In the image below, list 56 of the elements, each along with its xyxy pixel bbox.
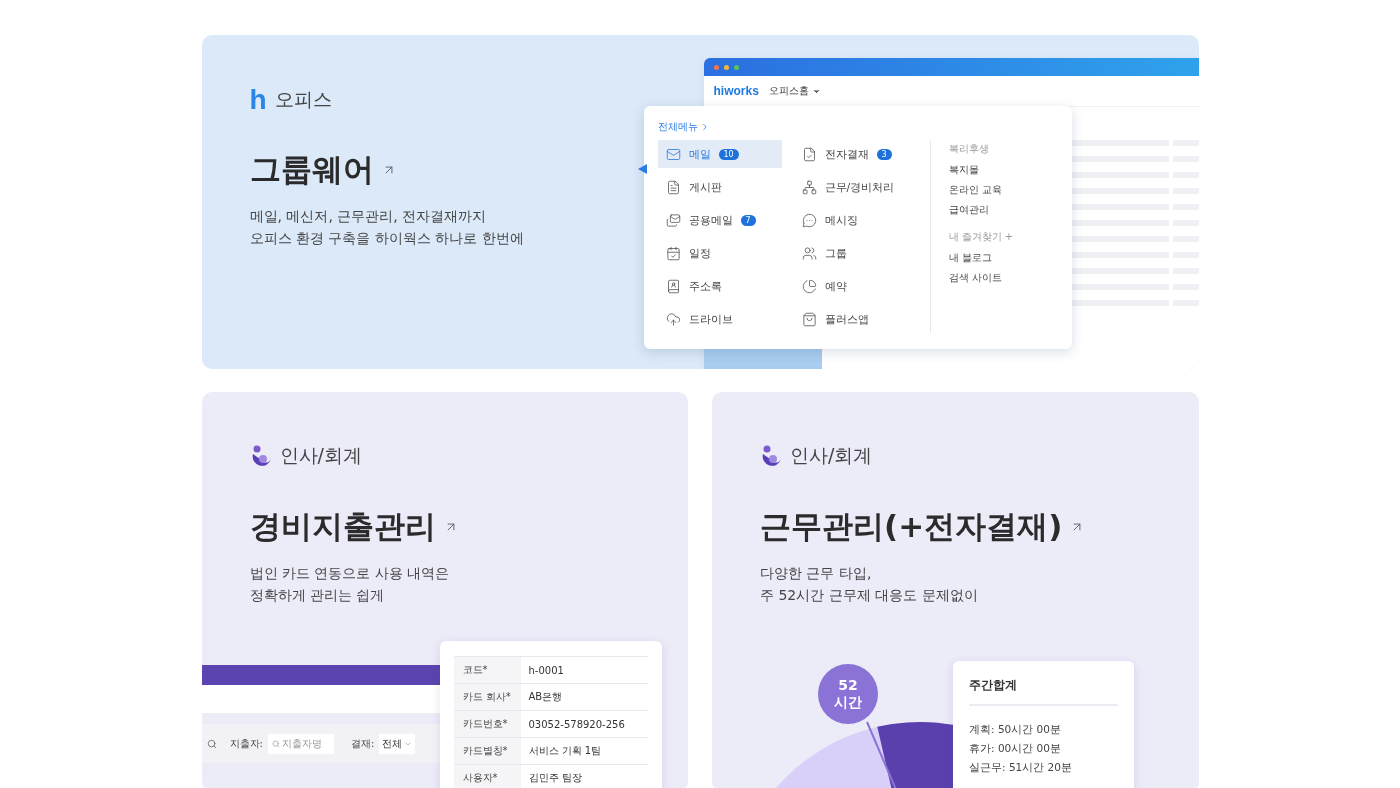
menu-item[interactable]: 그룹: [793, 239, 918, 267]
category-label: 인사/회계: [790, 443, 873, 468]
filter-label: 지출자:: [229, 736, 263, 751]
menu-link[interactable]: 검색 사이트: [948, 268, 1014, 288]
logo: h: [249, 86, 267, 114]
card-description: 법인 카드 연동으로 사용 내역은 정확하게 관리는 쉽게: [249, 564, 450, 605]
all-menu-link[interactable]: 전체메뉴: [657, 120, 1058, 134]
field-label: 카드별칭*: [453, 738, 521, 764]
brand-name: hiworks: [713, 84, 759, 98]
category-label: 인사/회계: [279, 443, 362, 468]
menu-item[interactable]: 주소록: [657, 272, 782, 300]
card-description: 다양한 근무 타입, 주 52시간 근무제 대응도 문제없이: [760, 564, 978, 605]
field-label: 코드*: [453, 657, 521, 683]
field-value: 서비스 기획 1팀: [527, 744, 602, 758]
card-title: 경비지출관리: [249, 507, 436, 546]
card-description: 메일, 메신저, 근무관리, 전자결재까지 오피스 환경 구축을 하이웍스 하나로 한번에: [249, 207, 524, 248]
field-value: 03052-578920-256: [527, 717, 625, 732]
count-badge: 7: [740, 214, 756, 226]
menu-link[interactable]: 내 블로그: [948, 248, 1014, 268]
menu-item[interactable]: 플러스앱: [793, 305, 918, 333]
section-heading: 복리후생: [948, 142, 990, 156]
summary-title: 주간합계: [969, 677, 1118, 706]
section-heading: 내 즐겨찾기 +: [948, 230, 1014, 244]
field-value: AB은행: [527, 690, 563, 704]
approval-select[interactable]: 전체: [379, 733, 416, 754]
count-badge: 10: [718, 148, 739, 160]
menu-link[interactable]: 복지몰: [948, 160, 1014, 180]
menu-link[interactable]: 급여관리: [948, 200, 1014, 220]
field-value: h-0001: [527, 663, 564, 678]
menu-item[interactable]: 게시판: [657, 173, 782, 201]
menu-item[interactable]: 근무/경비처리: [793, 173, 918, 201]
menu-item[interactable]: 예약: [793, 272, 918, 300]
field-label: 사용자*: [453, 765, 521, 788]
menu-item[interactable]: 드라이브: [657, 305, 782, 333]
field-label: 카드 회사*: [453, 684, 521, 710]
menu-item[interactable]: 메일 10: [657, 140, 782, 168]
category-label: 오피스: [274, 87, 332, 112]
attendance-card[interactable]: 인사/회계 근무관리(+전자결재) 다양한 근무 타입, 주 52시간 근무제 대응도 문제없이 52 시간 주간합계 계획: 50시간 00분 휴가: 00시간 00분 실근무: 51시간 20분: [712, 392, 1199, 788]
menu-item[interactable]: 전자결재 3: [793, 140, 918, 168]
menu-item[interactable]: 공용메일 7: [657, 206, 782, 234]
count-badge: 3: [876, 148, 892, 160]
nav-dropdown[interactable]: 오피스홈: [768, 84, 821, 98]
groupware-card[interactable]: h 오피스 그룹웨어 메일, 메신저, 근무관리, 전자결재까지 오피스 환경 구축을 하이웍스 하나로 한번에 hiworks 오피스홈 전체메뉴 메일 10 게시판 공용메일 7 일정 주소록 드라이브 전자결재 3 근무/경비처리 메시징 그룹 예약 플러스앱 복리후생 복지몰 온라인 교육 급여관리 내 즐겨찾기 + 내 블로그 검색 사이트: [201, 35, 1199, 369]
expense-card[interactable]: 인사/회계 경비지출관리 법인 카드 연동으로 사용 내역은 정확하게 관리는 쉽게 지출자: 지출자명 결재: 전체 코드* h-0001 카드 회사* AB은행 카드번호* 03052-578920-256 카드별칭* 서비스 기획 1팀 사용자* 김민주 팀장: [201, 392, 688, 788]
filter-label: 결재:: [350, 736, 375, 751]
card-title: 근무관리(+전자결재): [760, 507, 1063, 546]
card-title: 그룹웨어: [249, 150, 374, 189]
menu-link[interactable]: 온라인 교육: [948, 180, 1014, 200]
summary-line: 실근무: 51시간 20분: [969, 760, 1073, 775]
summary-line: 휴가: 00시간 00분: [969, 741, 1062, 756]
field-label: 카드번호*: [453, 711, 521, 737]
menu-item[interactable]: 일정: [657, 239, 782, 267]
summary-line: 계획: 50시간 00분: [969, 722, 1062, 737]
menu-item[interactable]: 메시징: [793, 206, 918, 234]
field-value: 김민주 팀장: [527, 771, 582, 785]
hours-badge: 52 시간: [818, 664, 878, 724]
